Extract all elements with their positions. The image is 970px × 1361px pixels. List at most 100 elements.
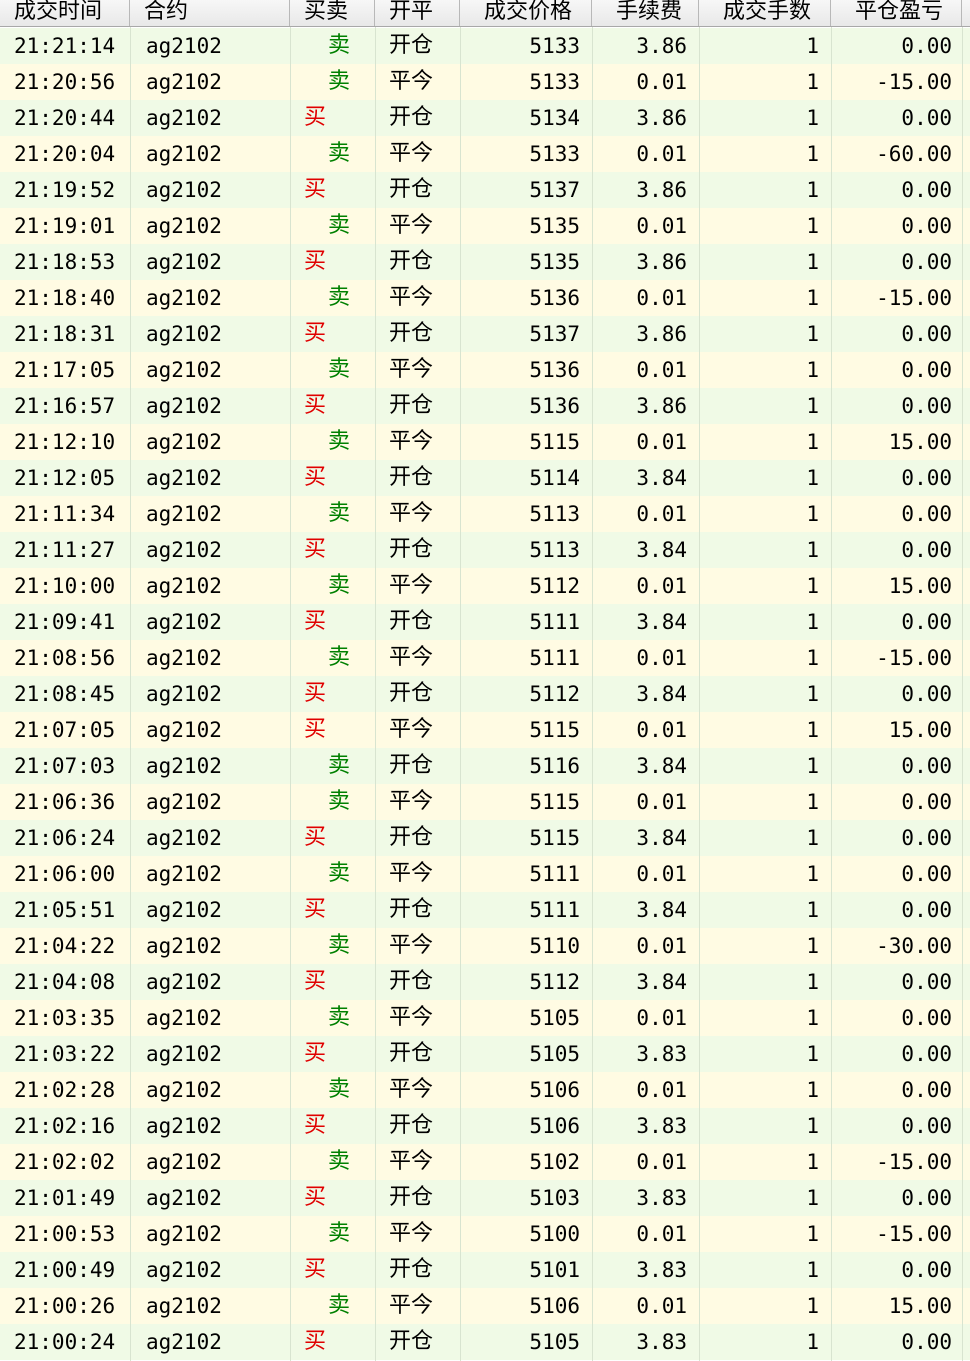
table-row[interactable]: 21:00:26 ag2102 卖 平今 5106 0.01 1 15.00	[0, 1288, 970, 1324]
cell-quantity: 1	[806, 1222, 819, 1246]
header-fee[interactable]: 手续费	[592, 0, 699, 26]
cell-quantity: 1	[806, 322, 819, 346]
cell-open-close: 开仓	[389, 897, 434, 922]
cell-instrument: ag2102	[146, 1258, 222, 1282]
cell-trade-time: 21:04:22	[14, 934, 116, 958]
cell-price: 5137	[529, 178, 580, 202]
cell-price: 5115	[529, 790, 580, 814]
cell-fee: 3.83	[636, 1042, 687, 1066]
cell-instrument: ag2102	[146, 106, 222, 130]
table-row[interactable]: 21:07:03 ag2102 卖 开仓 5116 3.84 1 0.00	[0, 748, 970, 784]
cell-instrument: ag2102	[146, 286, 222, 310]
header-open-close[interactable]: 开平	[375, 0, 460, 26]
table-row[interactable]: 21:20:04 ag2102 卖 平今 5133 0.01 1 -60.00	[0, 136, 970, 172]
table-row[interactable]: 21:20:44 ag2102 买 开仓 5134 3.86 1 0.00	[0, 100, 970, 136]
table-row[interactable]: 21:02:16 ag2102 买 开仓 5106 3.83 1 0.00	[0, 1108, 970, 1144]
header-price[interactable]: 成交价格	[460, 0, 592, 26]
cell-fee: 0.01	[636, 1294, 687, 1318]
cell-fee: 0.01	[636, 142, 687, 166]
header-close-pnl[interactable]: 平仓盈亏	[831, 0, 962, 26]
cell-close-pnl: 0.00	[901, 1078, 952, 1102]
table-row[interactable]: 21:06:36 ag2102 卖 平今 5115 0.01 1 0.00	[0, 784, 970, 820]
cell-price: 5112	[529, 574, 580, 598]
table-row[interactable]: 21:18:53 ag2102 买 开仓 5135 3.86 1 0.00	[0, 244, 970, 280]
table-row[interactable]: 21:03:22 ag2102 买 开仓 5105 3.83 1 0.00	[0, 1036, 970, 1072]
cell-direction: 卖	[328, 213, 351, 238]
table-row[interactable]: 21:16:57 ag2102 买 开仓 5136 3.86 1 0.00	[0, 388, 970, 424]
cell-direction: 买	[304, 1041, 327, 1066]
cell-trade-time: 21:21:14	[14, 34, 116, 58]
table-row[interactable]: 21:10:00 ag2102 卖 平今 5112 0.01 1 15.00	[0, 568, 970, 604]
cell-direction: 买	[304, 969, 327, 994]
table-row[interactable]: 21:03:35 ag2102 卖 平今 5105 0.01 1 0.00	[0, 1000, 970, 1036]
header-trade-time[interactable]: 成交时间	[0, 0, 130, 26]
table-row[interactable]: 21:20:56 ag2102 卖 平今 5133 0.01 1 -15.00	[0, 64, 970, 100]
table-row[interactable]: 21:05:51 ag2102 买 开仓 5111 3.84 1 0.00	[0, 892, 970, 928]
cell-price: 5136	[529, 394, 580, 418]
cell-close-pnl: 15.00	[888, 1294, 952, 1318]
table-row[interactable]: 21:11:34 ag2102 卖 平今 5113 0.01 1 0.00	[0, 496, 970, 532]
table-row[interactable]: 21:09:41 ag2102 买 开仓 5111 3.84 1 0.00	[0, 604, 970, 640]
cell-open-close: 开仓	[389, 177, 434, 202]
cell-price: 5134	[529, 106, 580, 130]
table-row[interactable]: 21:08:56 ag2102 卖 平今 5111 0.01 1 -15.00	[0, 640, 970, 676]
cell-fee: 3.86	[636, 178, 687, 202]
cell-fee: 3.84	[636, 466, 687, 490]
cell-close-pnl: 0.00	[901, 178, 952, 202]
table-row[interactable]: 21:04:08 ag2102 买 开仓 5112 3.84 1 0.00	[0, 964, 970, 1000]
table-row[interactable]: 21:07:05 ag2102 买 平今 5115 0.01 1 15.00	[0, 712, 970, 748]
cell-direction: 卖	[328, 1293, 351, 1318]
cell-direction: 买	[304, 681, 327, 706]
cell-open-close: 开仓	[389, 33, 434, 58]
cell-trade-time: 21:09:41	[14, 610, 116, 634]
cell-instrument: ag2102	[146, 718, 222, 742]
cell-fee: 3.84	[636, 538, 687, 562]
table-row[interactable]: 21:18:31 ag2102 买 开仓 5137 3.86 1 0.00	[0, 316, 970, 352]
table-row[interactable]: 21:18:40 ag2102 卖 平今 5136 0.01 1 -15.00	[0, 280, 970, 316]
cell-direction: 买	[304, 321, 327, 346]
cell-open-close: 开仓	[389, 609, 434, 634]
table-row[interactable]: 21:08:45 ag2102 买 开仓 5112 3.84 1 0.00	[0, 676, 970, 712]
cell-quantity: 1	[806, 754, 819, 778]
table-row[interactable]: 21:12:10 ag2102 卖 平今 5115 0.01 1 15.00	[0, 424, 970, 460]
header-quantity[interactable]: 成交手数	[699, 0, 831, 26]
cell-instrument: ag2102	[146, 502, 222, 526]
header-direction[interactable]: 买卖	[290, 0, 375, 26]
table-row[interactable]: 21:06:00 ag2102 卖 平今 5111 0.01 1 0.00	[0, 856, 970, 892]
table-row[interactable]: 21:02:02 ag2102 卖 平今 5102 0.01 1 -15.00	[0, 1144, 970, 1180]
cell-trade-time: 21:01:49	[14, 1186, 116, 1210]
table-row[interactable]: 21:19:01 ag2102 卖 平今 5135 0.01 1 0.00	[0, 208, 970, 244]
header-instrument[interactable]: 合约	[130, 0, 290, 26]
cell-close-pnl: 0.00	[901, 1330, 952, 1354]
cell-fee: 0.01	[636, 358, 687, 382]
table-row[interactable]: 21:04:22 ag2102 卖 平今 5110 0.01 1 -30.00	[0, 928, 970, 964]
table-row[interactable]: 21:21:14 ag2102 卖 开仓 5133 3.86 1 0.00	[0, 28, 970, 64]
cell-quantity: 1	[806, 250, 819, 274]
column-divider	[592, 27, 593, 1361]
table-row[interactable]: 21:00:49 ag2102 买 开仓 5101 3.83 1 0.00	[0, 1252, 970, 1288]
cell-instrument: ag2102	[146, 430, 222, 454]
cell-trade-time: 21:18:53	[14, 250, 116, 274]
cell-direction: 买	[304, 1113, 327, 1138]
table-row[interactable]: 21:00:53 ag2102 卖 平今 5100 0.01 1 -15.00	[0, 1216, 970, 1252]
cell-open-close: 平今	[389, 1149, 434, 1174]
cell-trade-time: 21:19:01	[14, 214, 116, 238]
cell-fee: 0.01	[636, 646, 687, 670]
cell-quantity: 1	[806, 790, 819, 814]
table-row[interactable]: 21:12:05 ag2102 买 开仓 5114 3.84 1 0.00	[0, 460, 970, 496]
table-row[interactable]: 21:06:24 ag2102 买 开仓 5115 3.84 1 0.00	[0, 820, 970, 856]
table-row[interactable]: 21:11:27 ag2102 买 开仓 5113 3.84 1 0.00	[0, 532, 970, 568]
table-row[interactable]: 21:00:24 ag2102 买 开仓 5105 3.83 1 0.00	[0, 1324, 970, 1360]
cell-trade-time: 21:00:49	[14, 1258, 116, 1282]
cell-instrument: ag2102	[146, 898, 222, 922]
table-row[interactable]: 21:17:05 ag2102 卖 平今 5136 0.01 1 0.00	[0, 352, 970, 388]
table-row[interactable]: 21:19:52 ag2102 买 开仓 5137 3.86 1 0.00	[0, 172, 970, 208]
cell-fee: 3.83	[636, 1258, 687, 1282]
cell-open-close: 开仓	[389, 249, 434, 274]
cell-trade-time: 21:00:53	[14, 1222, 116, 1246]
cell-open-close: 开仓	[389, 1185, 434, 1210]
table-row[interactable]: 21:01:49 ag2102 买 开仓 5103 3.83 1 0.00	[0, 1180, 970, 1216]
cell-open-close: 开仓	[389, 753, 434, 778]
table-row[interactable]: 21:02:28 ag2102 卖 平今 5106 0.01 1 0.00	[0, 1072, 970, 1108]
cell-trade-time: 21:11:34	[14, 502, 116, 526]
